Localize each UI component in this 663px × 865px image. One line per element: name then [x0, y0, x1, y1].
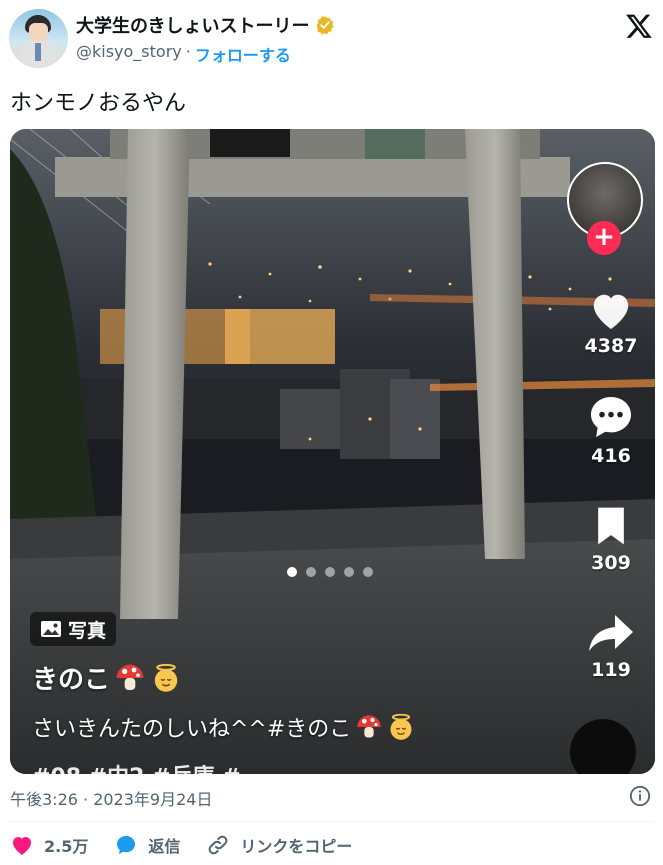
mushroom-icon [357, 715, 381, 738]
heart-icon[interactable] [588, 289, 634, 331]
x-logo-icon[interactable] [625, 12, 653, 40]
media-share-count: 119 [591, 659, 631, 681]
carousel-indicator[interactable] [287, 567, 373, 577]
reply-bubble-icon [117, 836, 136, 854]
caption-username[interactable]: きのこ [32, 659, 110, 696]
caption-text: さいきんたのしいね^^#きのこ [32, 717, 352, 742]
reply-button[interactable]: 返信 [114, 833, 180, 857]
mushroom-icon [116, 664, 144, 690]
author-handle-row: @kisyo_story · フォローする [76, 42, 291, 66]
link-icon [209, 835, 228, 855]
like-count: 2.5万 [44, 837, 89, 856]
caption-username-row[interactable]: きのこ [32, 659, 182, 696]
author-name-row: 大学生のきしょいストーリー [76, 12, 335, 38]
media-comment-group[interactable]: 416 [575, 393, 647, 467]
follow-plus-button[interactable]: + [587, 221, 621, 255]
carousel-dot[interactable] [287, 567, 297, 577]
carousel-dot[interactable] [363, 567, 373, 577]
comment-bubble-icon[interactable] [587, 393, 635, 441]
caption-hashtags[interactable]: #08 #中2 #兵庫 # [32, 759, 241, 774]
tweet-actions: 2.5万 返信 リンクをコピー [10, 833, 378, 857]
carousel-dot[interactable] [325, 567, 335, 577]
tweet-header: 大学生のきしょいストーリー @kisyo_story · フォローする [0, 0, 663, 76]
author-handle[interactable]: @kisyo_story [76, 42, 182, 66]
author-avatar[interactable] [9, 9, 68, 68]
tweet-timestamp[interactable]: 午後3:26 · 2023年9月24日 [10, 786, 212, 810]
share-arrow-icon[interactable] [587, 611, 635, 655]
media-like-group[interactable]: 4387 [575, 289, 647, 357]
media-save-count: 309 [591, 552, 631, 574]
copy-link-button[interactable]: リンクをコピー [206, 833, 352, 857]
like-button[interactable]: 2.5万 [10, 833, 88, 857]
angel-face-icon [390, 713, 412, 740]
angel-face-icon [154, 663, 178, 692]
heart-icon [13, 837, 31, 855]
carousel-dot[interactable] [306, 567, 316, 577]
tweet-text: ホンモノおるやん [10, 91, 187, 116]
media-save-group[interactable]: 309 [575, 504, 647, 574]
copy-link-label: リンクをコピー [240, 837, 353, 856]
info-icon[interactable] [629, 785, 651, 807]
caption-text-row: さいきんたのしいね^^#きのこ [32, 711, 415, 743]
photo-badge-label: 写真 [68, 619, 107, 642]
divider [10, 821, 653, 822]
bookmark-icon[interactable] [591, 504, 631, 548]
media-share-group[interactable]: 119 [575, 611, 647, 681]
carousel-dot[interactable] [344, 567, 354, 577]
media-comment-count: 416 [591, 445, 631, 467]
media-like-count: 4387 [584, 335, 638, 357]
follow-button[interactable]: フォローする [195, 42, 291, 66]
handle-separator: · [185, 42, 191, 61]
verified-badge-icon [317, 16, 335, 35]
image-icon [41, 621, 61, 637]
author-display-name[interactable]: 大学生のきしょいストーリー [76, 12, 309, 38]
tweet-media[interactable]: + 4387 416 309 119 写真 きのこ さいきんたのしいね^^#きの… [10, 129, 655, 774]
reply-label: 返信 [148, 837, 181, 856]
photo-mode-badge: 写真 [30, 612, 117, 646]
